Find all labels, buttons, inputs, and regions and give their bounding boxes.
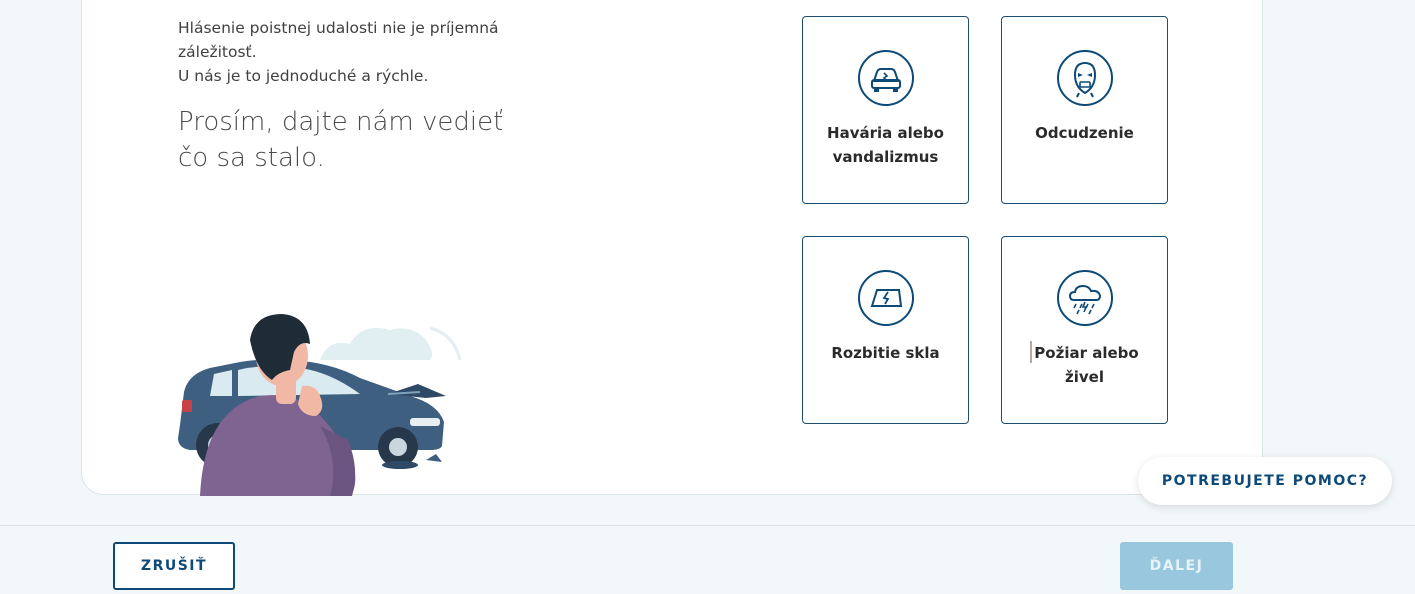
option-tile-theft[interactable]: Odcudzenie [1001,16,1168,204]
intro-line-2: U nás je to jednoduché a rýchle. [178,67,429,85]
thief-mask-icon [1057,50,1113,106]
question-line-1: Prosím, dajte nám vedieť [178,107,504,137]
car-crash-icon [858,50,914,106]
question-line-2: čo sa stalo. [178,143,325,173]
option-tile-accident[interactable]: Havária alebo vandalizmus [802,16,969,204]
option-tile-glass[interactable]: Rozbitie skla [802,236,969,424]
footer-divider [0,525,1415,526]
option-tile-fire-weather[interactable]: Požiar alebo živel [1001,236,1168,424]
car-accident-illustration [178,314,462,496]
next-button[interactable]: ĎALEJ [1120,542,1233,590]
option-label-text: Požiar alebo živel [1034,344,1139,386]
cancel-button[interactable]: ZRUŠIŤ [113,542,235,590]
page-question: Prosím, dajte nám vedieť čo sa stalo. [178,104,538,176]
broken-glass-icon [858,270,914,326]
help-button[interactable]: POTREBUJETE POMOC? [1138,457,1392,505]
option-label: Havária alebo vandalizmus [827,124,944,166]
text-cursor [1030,341,1033,363]
option-label: Odcudzenie [1035,124,1134,142]
intro-text: Hlásenie poistnej udalosti nie je príjem… [178,16,538,88]
option-label: Rozbitie skla [831,344,940,362]
storm-cloud-icon [1057,270,1113,326]
option-label: Požiar alebo živel [1010,341,1159,389]
intro-line-1: Hlásenie poistnej udalosti nie je príjem… [178,19,499,61]
